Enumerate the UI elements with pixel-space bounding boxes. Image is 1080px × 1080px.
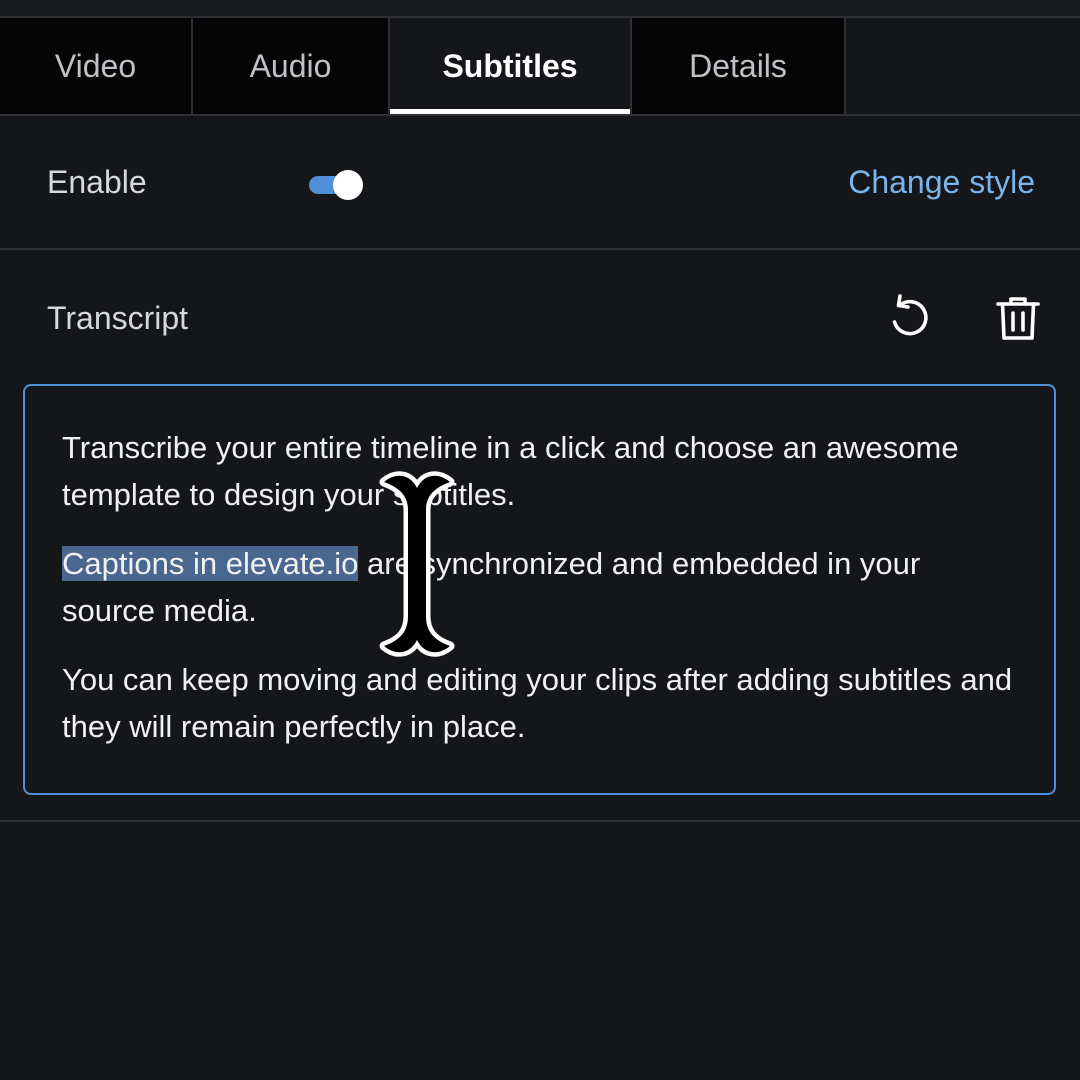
enable-label: Enable — [47, 164, 147, 200]
delete-button[interactable] — [992, 292, 1044, 344]
tab-bar-filler — [846, 18, 1080, 114]
tab-label: Details — [689, 47, 787, 84]
selected-text: Captions in elevate.io — [62, 546, 359, 581]
divider — [0, 820, 1080, 822]
tab-video[interactable]: Video — [0, 18, 193, 114]
transcript-paragraph: You can keep moving and editing your cli… — [62, 656, 1018, 750]
transcript-title: Transcript — [47, 300, 189, 336]
toggle-knob — [333, 170, 363, 200]
change-style-link[interactable]: Change style — [848, 164, 1035, 201]
tab-subtitles[interactable]: Subtitles — [390, 18, 632, 114]
trash-icon — [996, 297, 1040, 340]
tab-label: Audio — [249, 47, 332, 84]
transcript-editor[interactable]: Transcribe your entire timeline in a cli… — [23, 384, 1056, 795]
undo-icon — [892, 294, 928, 336]
tab-audio[interactable]: Audio — [193, 18, 390, 114]
transcript-text: You can keep moving and editing your cli… — [62, 662, 1013, 744]
top-strip — [0, 0, 1080, 18]
tab-bar: Video Audio Subtitles Details — [0, 18, 1080, 116]
tab-label: Subtitles — [442, 47, 578, 84]
undo-button[interactable] — [884, 292, 936, 344]
enable-toggle[interactable] — [309, 170, 363, 200]
enable-row: Enable Change style — [0, 116, 1080, 250]
transcript-paragraph: Transcribe your entire timeline in a cli… — [62, 424, 1018, 518]
transcript-text: Transcribe your entire timeline in a cli… — [62, 430, 959, 512]
transcript-paragraph: Captions in elevate.io are synchronized … — [62, 540, 1018, 634]
tab-details[interactable]: Details — [632, 18, 846, 114]
tab-label: Video — [54, 47, 137, 84]
subtitles-panel: Video Audio Subtitles Details Enable Cha… — [0, 0, 1080, 1080]
